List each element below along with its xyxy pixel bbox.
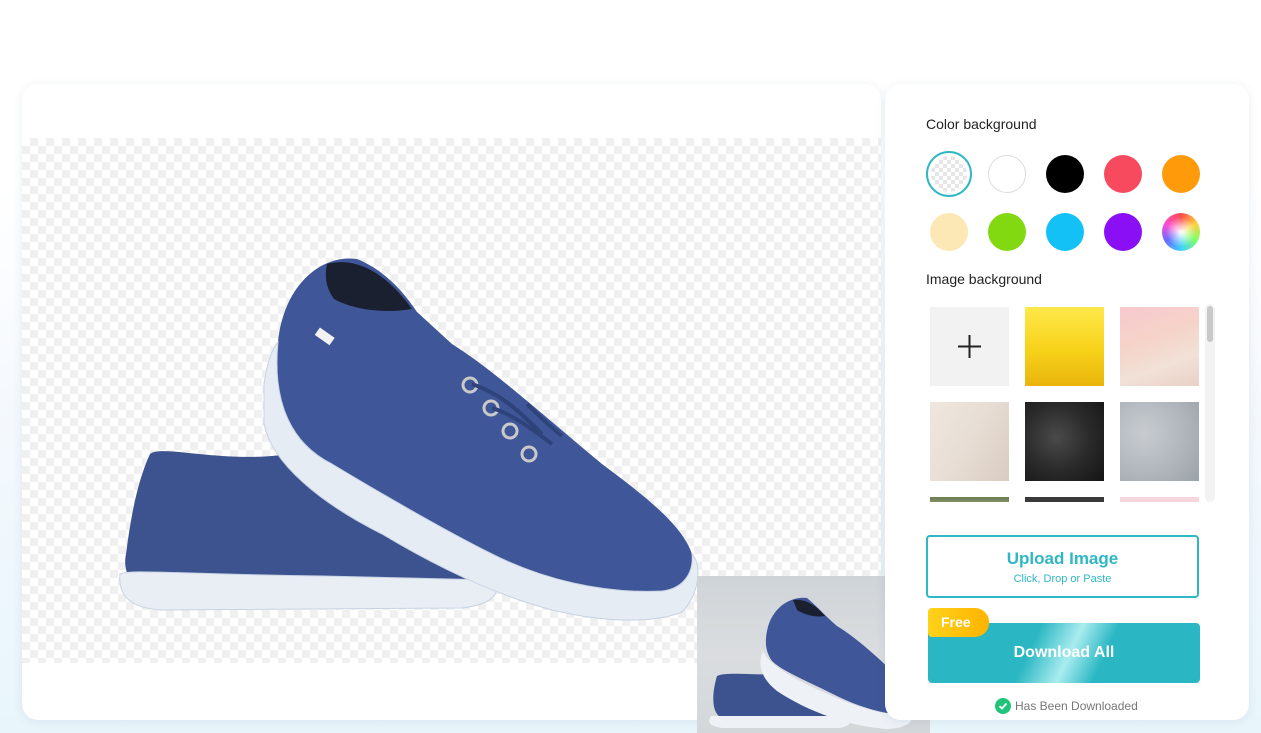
- color-background-label: Color background: [926, 116, 1037, 132]
- swatch-transparent[interactable]: [926, 151, 972, 197]
- free-badge: Free: [928, 608, 989, 637]
- add-image-background-button[interactable]: [930, 307, 1009, 386]
- swatch-orange[interactable]: [1162, 155, 1200, 193]
- upload-title: Upload Image: [1006, 549, 1119, 568]
- swatch-red[interactable]: [1104, 155, 1142, 193]
- download-status: Has Been Downloaded: [995, 698, 1138, 714]
- thumb-grey-glitter[interactable]: [1120, 402, 1199, 481]
- background-options-panel: Color background Image background Upload…: [885, 84, 1249, 720]
- thumb-pink[interactable]: [1120, 497, 1199, 502]
- upload-subtitle: Click, Drop or Paste: [1013, 573, 1112, 585]
- thumb-plant[interactable]: [930, 497, 1009, 502]
- swatch-white[interactable]: [988, 155, 1026, 193]
- thumb-yellow[interactable]: [1025, 307, 1104, 386]
- thumb-dark[interactable]: [1025, 497, 1104, 502]
- download-status-text: Has Been Downloaded: [1015, 699, 1138, 713]
- thumbs-scrollbar-thumb[interactable]: [1207, 306, 1213, 342]
- thumb-black-marble[interactable]: [1025, 402, 1104, 481]
- swatch-sky-blue[interactable]: [1046, 213, 1084, 251]
- swatch-green[interactable]: [988, 213, 1026, 251]
- check-circle-icon: [995, 698, 1011, 714]
- image-background-label: Image background: [926, 271, 1042, 287]
- thumb-pink-watercolor[interactable]: [1120, 307, 1199, 386]
- swatch-rainbow[interactable]: [1162, 213, 1200, 251]
- image-background-grid: [926, 300, 1220, 502]
- upload-image-button[interactable]: Upload Image Click, Drop or Paste: [926, 535, 1199, 598]
- thumb-beige[interactable]: [930, 402, 1009, 481]
- swatch-black[interactable]: [1046, 155, 1084, 193]
- swatch-purple[interactable]: [1104, 213, 1142, 251]
- swatch-cream[interactable]: [930, 213, 968, 251]
- plus-icon: [958, 335, 981, 358]
